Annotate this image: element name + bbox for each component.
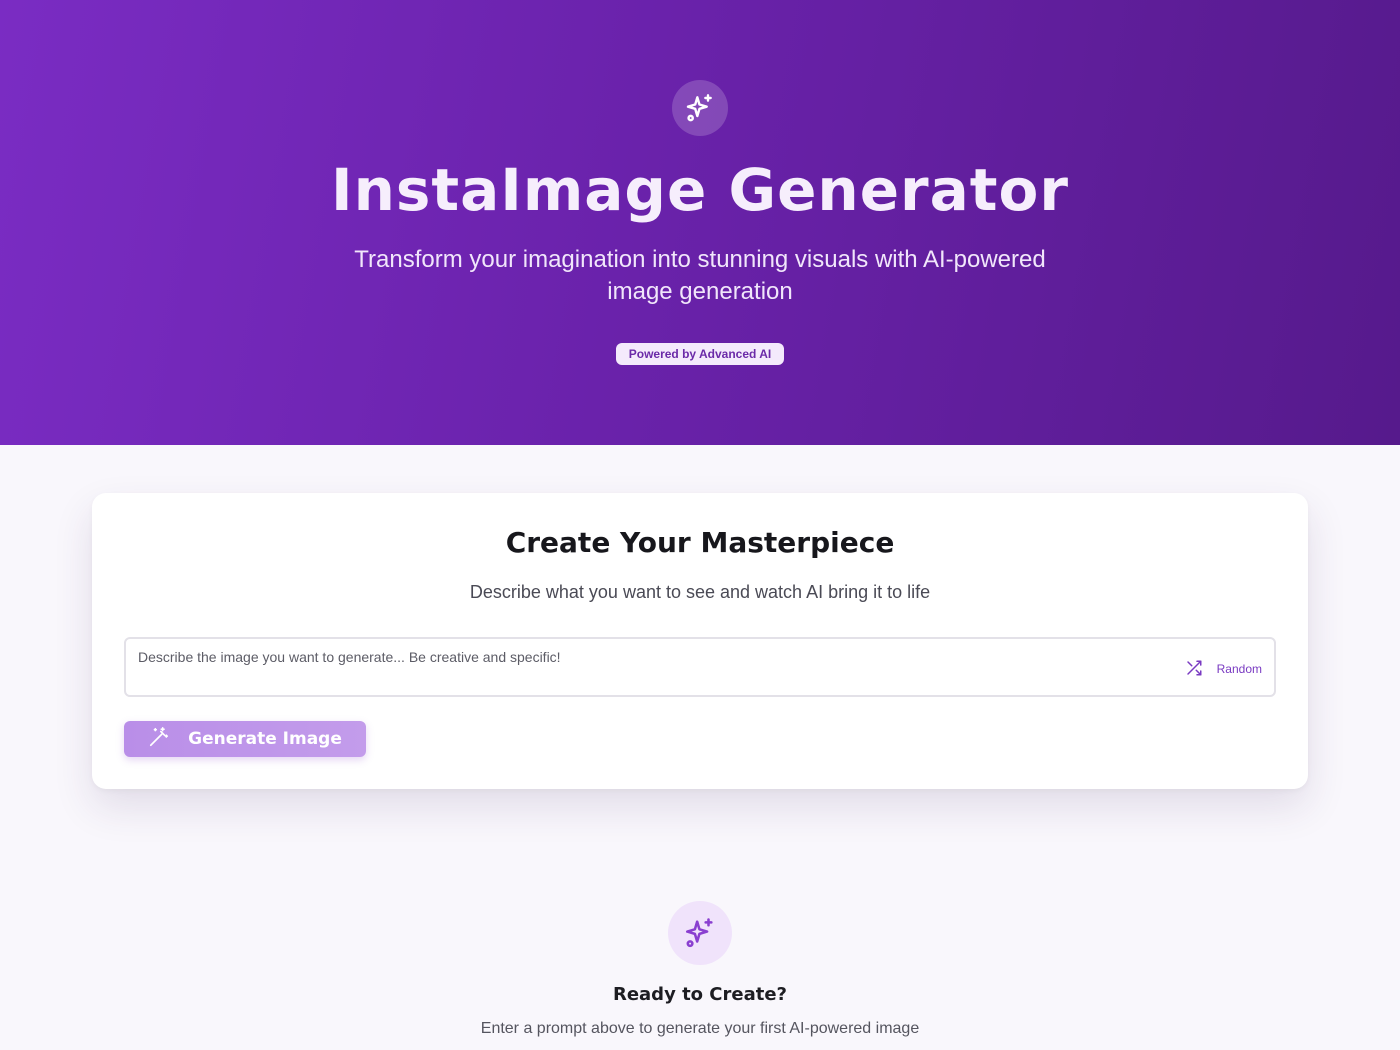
create-card: Create Your Masterpiece Describe what yo… <box>92 493 1308 789</box>
random-button[interactable]: Random <box>1185 659 1262 679</box>
prompt-box: Random <box>124 637 1276 697</box>
generate-button-label: Generate Image <box>188 729 342 749</box>
magic-wand-icon <box>148 726 170 753</box>
sparkles-icon <box>672 80 728 136</box>
hero-subtitle: Transform your imagination into stunning… <box>354 246 1046 305</box>
sparkles-icon <box>668 901 732 965</box>
card-subtitle: Describe what you want to see and watch … <box>469 582 931 602</box>
powered-by-badge: Powered by Advanced AI <box>616 343 784 365</box>
empty-state-subtitle: Enter a prompt above to generate your fi… <box>480 1020 920 1037</box>
page-title: InstaImage Generator <box>331 156 1069 224</box>
empty-state-title: Ready to Create? <box>612 984 788 1005</box>
hero-banner: InstaImage Generator Transform your imag… <box>0 0 1400 445</box>
shuffle-icon <box>1185 659 1203 680</box>
card-title: Create Your Masterpiece <box>505 526 895 559</box>
generate-image-button[interactable]: Generate Image <box>124 721 366 757</box>
random-button-label: Random <box>1216 662 1262 676</box>
prompt-input[interactable] <box>138 647 1138 687</box>
